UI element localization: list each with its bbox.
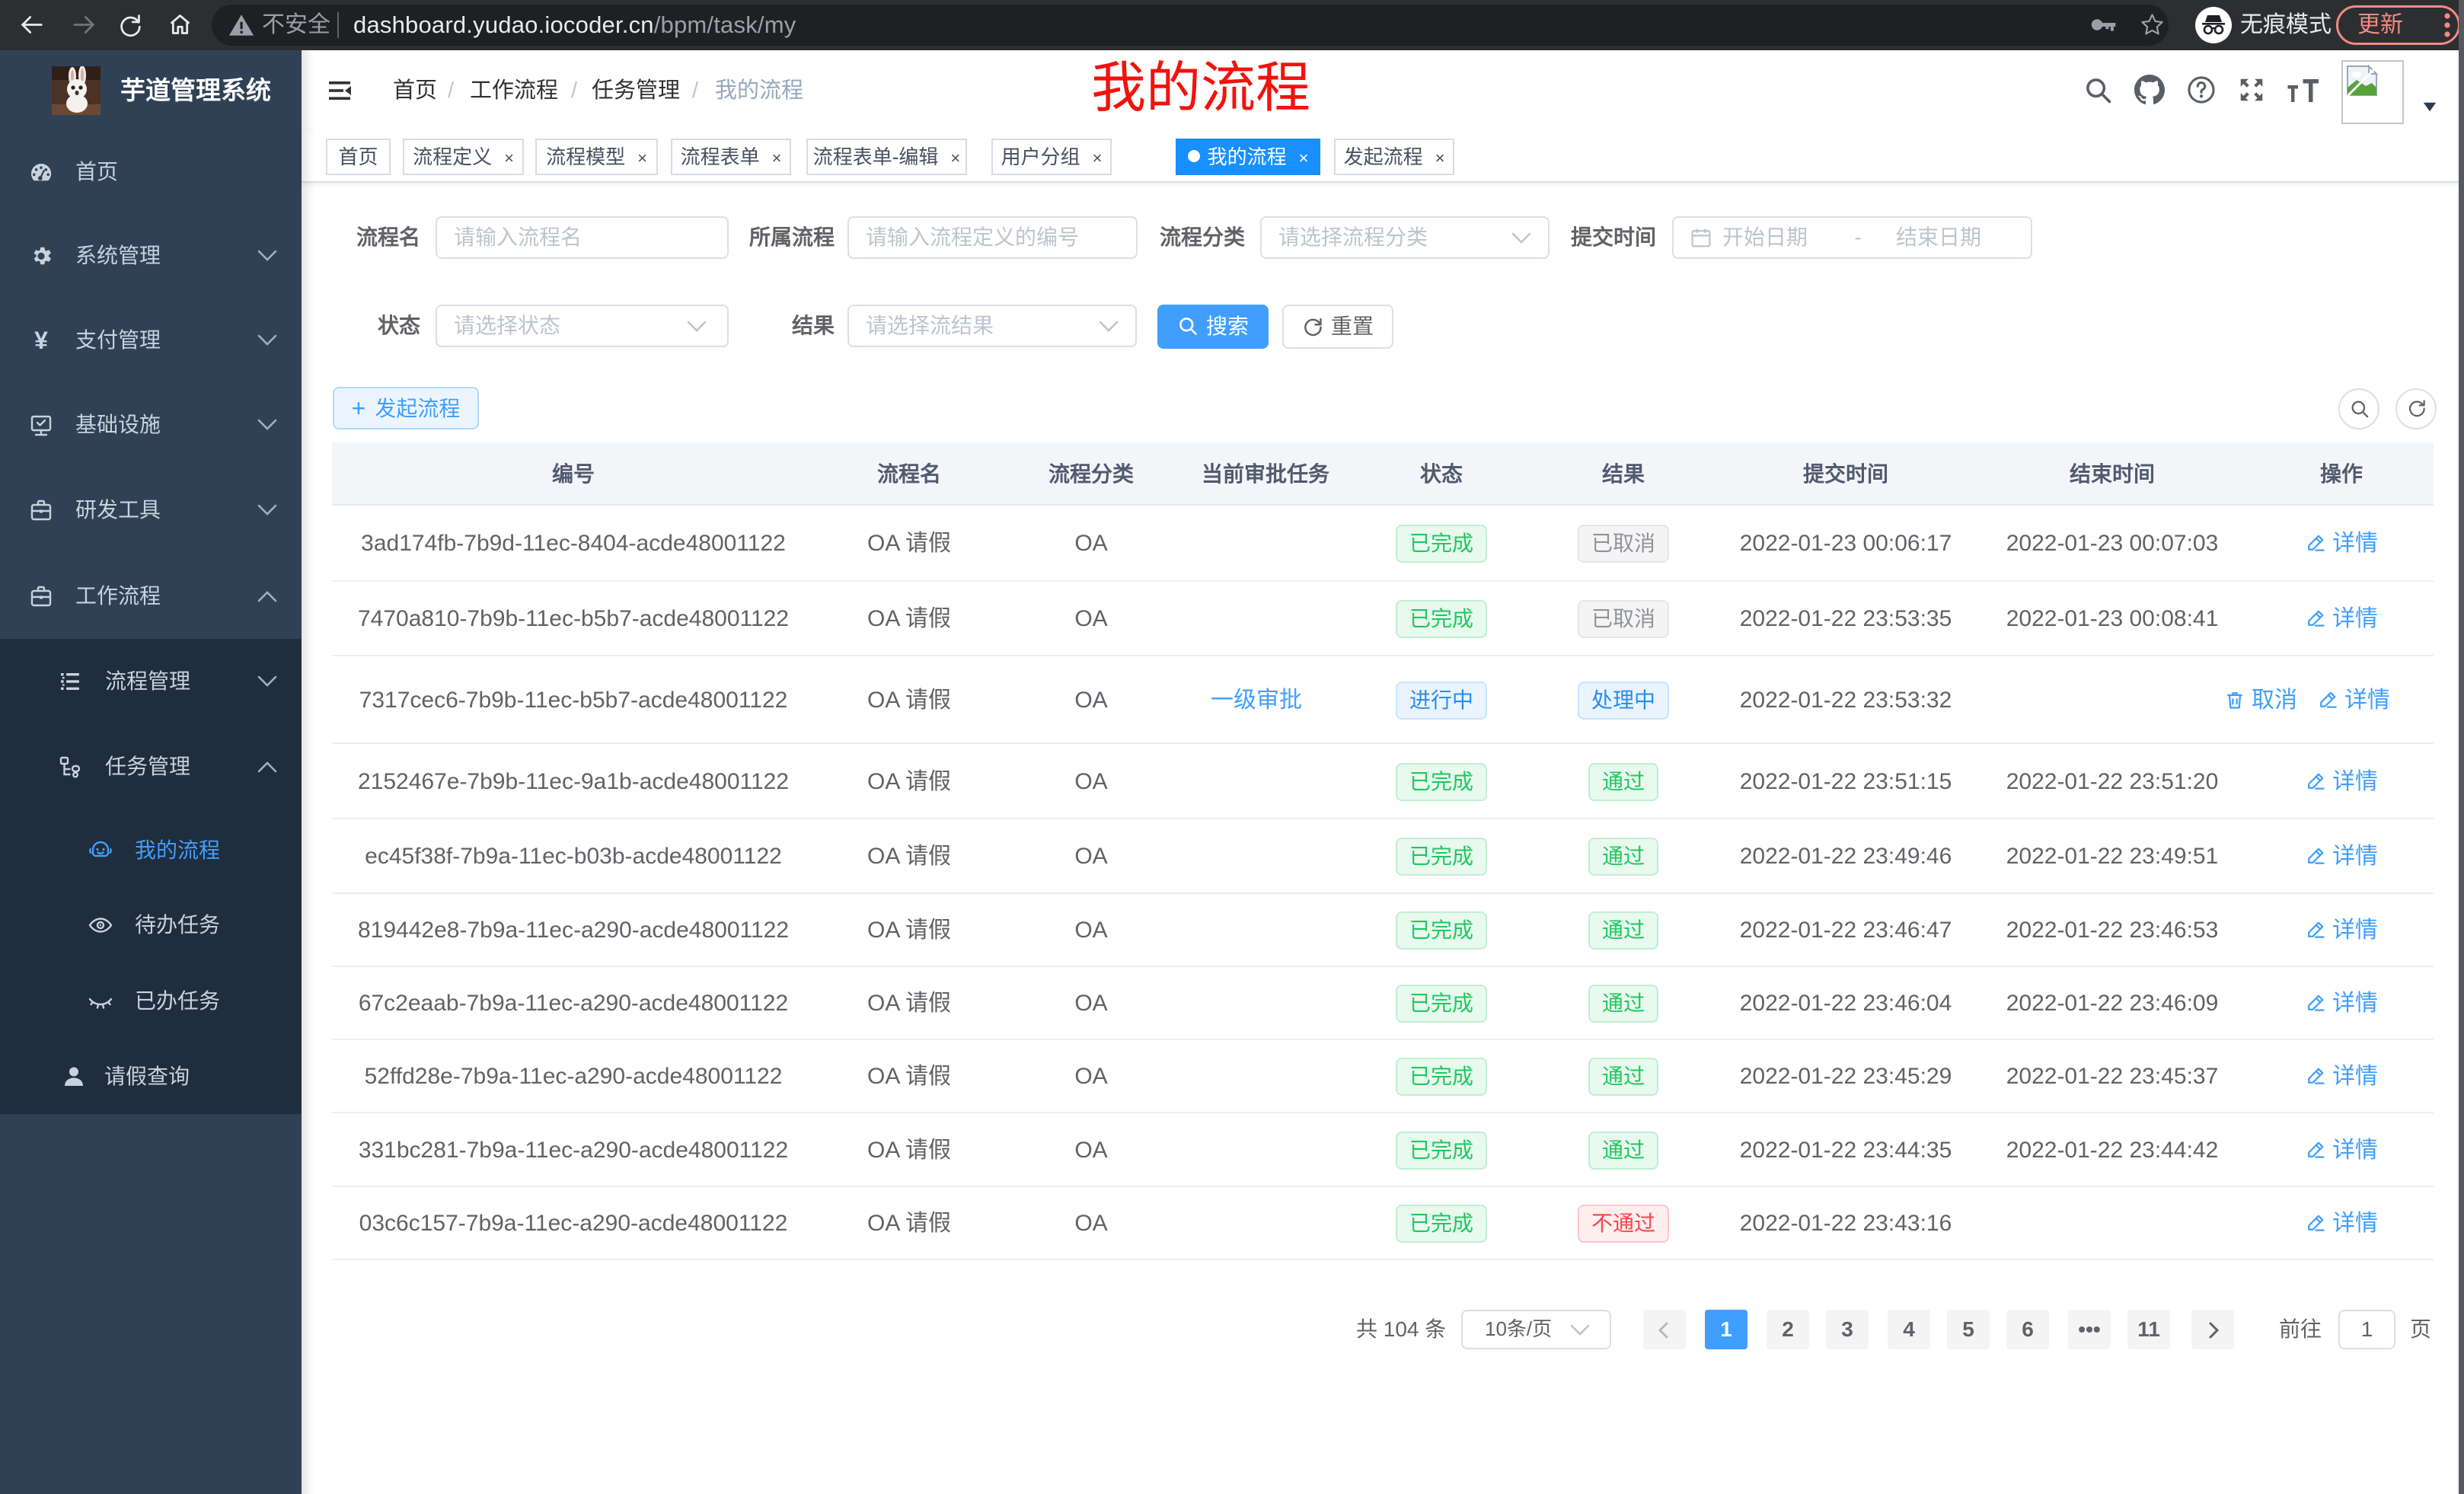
svg-text:¥: ¥: [34, 328, 48, 353]
